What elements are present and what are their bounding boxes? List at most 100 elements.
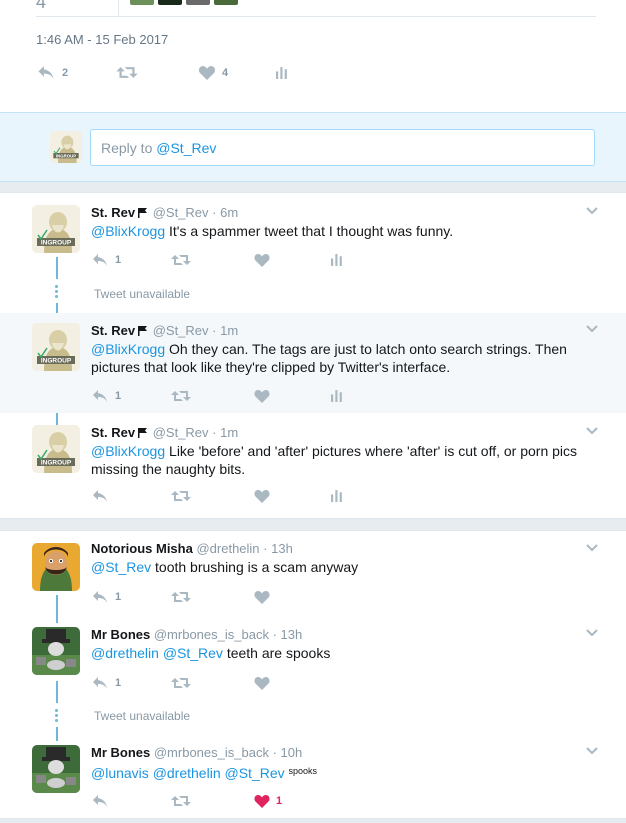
user-handle[interactable]: @St_Rev (153, 425, 209, 440)
tweet-body: spooks (288, 766, 318, 776)
display-name[interactable]: Mr Bones (91, 745, 150, 760)
analytics-button[interactable] (276, 66, 289, 79)
analytics-button[interactable] (331, 489, 344, 502)
tweet-age[interactable]: 1m (220, 323, 238, 338)
avatar[interactable] (50, 131, 82, 163)
mention-link[interactable]: @St_Rev (225, 765, 285, 781)
chevron-down-icon[interactable] (586, 747, 598, 755)
liker-avatar[interactable] (186, 0, 210, 5)
mention-link[interactable]: @lunavis (91, 765, 149, 781)
tweet-age[interactable]: 13h (271, 541, 293, 556)
tweet-header: Notorious Misha @drethelin · 13h (91, 541, 293, 556)
mention-link[interactable]: @drethelin (91, 645, 159, 661)
reply-button[interactable]: 1 (91, 590, 121, 604)
retweet-button[interactable] (171, 794, 191, 808)
tweet-timestamp[interactable]: 1:46 AM - 15 Feb 2017 (36, 32, 168, 47)
avatar[interactable] (32, 627, 80, 675)
chevron-down-icon[interactable] (586, 629, 598, 637)
reply-button[interactable]: 1 (91, 389, 121, 403)
tweet-unavailable: Tweet unavailable (94, 287, 191, 301)
separator: · (272, 745, 277, 760)
thread-ellipsis (55, 709, 59, 724)
user-handle[interactable]: @mrbones_is_back (154, 745, 269, 760)
liker-avatar[interactable] (214, 0, 238, 5)
avatar[interactable] (32, 205, 80, 253)
user-handle[interactable]: @St_Rev (153, 323, 209, 338)
like-button[interactable]: 4 (198, 65, 228, 80)
retweet-button[interactable] (171, 676, 191, 690)
reply-icon (91, 590, 109, 604)
liker-avatar[interactable] (158, 0, 182, 5)
like-button[interactable] (254, 253, 270, 267)
like-button[interactable]: 1 (254, 794, 282, 808)
tweet[interactable]: Notorious Misha @drethelin · 13h @St_Rev… (0, 531, 626, 617)
reply-composer: Reply to @St_Rev (0, 112, 626, 182)
tweet-body: teeth are spooks (222, 645, 331, 661)
analytics-button[interactable] (331, 389, 344, 402)
analytics-icon (276, 66, 289, 79)
avatar[interactable] (32, 323, 80, 371)
like-button[interactable] (254, 590, 270, 604)
tweet[interactable]: St. Rev @St_Rev · 6m @BlixKrogg It's a s… (0, 193, 626, 289)
tweet-header: St. Rev @St_Rev · 1m (91, 323, 238, 338)
tweet[interactable]: Mr Bones @mrbones_is_back · 10h @lunavis… (0, 735, 626, 819)
partial-count: 4 (36, 0, 47, 12)
mention-link[interactable]: @St_Rev (163, 645, 223, 661)
tweet-age[interactable]: 6m (220, 205, 238, 220)
tweet[interactable]: St. Rev @St_Rev · 1m @BlixKrogg Oh they … (0, 313, 626, 413)
liker-avatar[interactable] (130, 0, 154, 5)
analytics-icon (331, 489, 344, 502)
mention-link[interactable]: @BlixKrogg (91, 443, 165, 459)
retweet-button[interactable] (171, 389, 191, 403)
tweet-age[interactable]: 13h (281, 627, 303, 642)
like-button[interactable] (254, 389, 270, 403)
analytics-button[interactable] (331, 253, 344, 266)
tweet[interactable]: St. Rev @St_Rev · 1m @BlixKrogg Like 'be… (0, 415, 626, 519)
reply-button[interactable]: 1 (91, 676, 121, 690)
tweet-age[interactable]: 1m (220, 425, 238, 440)
flag-icon (138, 208, 147, 218)
tweet-age[interactable]: 10h (281, 745, 303, 760)
reply-button[interactable] (91, 489, 109, 503)
mention-link[interactable]: @drethelin (153, 765, 221, 781)
like-count: 1 (276, 795, 283, 807)
display-name[interactable]: Notorious Misha (91, 541, 193, 556)
reply-button[interactable]: 1 (91, 253, 121, 267)
retweet-icon (171, 389, 191, 403)
user-handle[interactable]: @drethelin (196, 541, 259, 556)
mention-link[interactable]: @BlixKrogg (91, 341, 165, 357)
avatar[interactable] (32, 543, 80, 591)
tweet[interactable]: Mr Bones @mrbones_is_back · 13h @drethel… (0, 617, 626, 707)
reply-icon (91, 253, 109, 267)
user-handle[interactable]: @mrbones_is_back (154, 627, 269, 642)
retweet-icon (116, 65, 138, 80)
display-name[interactable]: St. Rev (91, 323, 135, 338)
heart-icon (254, 590, 270, 604)
analytics-icon (331, 389, 344, 402)
reply-icon (91, 489, 109, 503)
retweet-icon (171, 794, 191, 808)
chevron-down-icon[interactable] (586, 544, 598, 552)
reply-button[interactable] (91, 794, 109, 808)
tweet-text: @lunavis @drethelin @St_Rev spooks (91, 762, 596, 782)
avatar[interactable] (32, 425, 80, 473)
mention-link[interactable]: @St_Rev (91, 559, 151, 575)
avatar[interactable] (32, 745, 80, 793)
like-button[interactable] (254, 676, 270, 690)
like-button[interactable] (254, 489, 270, 503)
chevron-down-icon[interactable] (586, 427, 598, 435)
display-name[interactable]: St. Rev (91, 425, 135, 440)
divider (118, 0, 119, 16)
reply-button[interactable]: 2 (36, 65, 68, 80)
retweet-button[interactable] (116, 65, 138, 80)
display-name[interactable]: Mr Bones (91, 627, 150, 642)
display-name[interactable]: St. Rev (91, 205, 135, 220)
mention-link[interactable]: @BlixKrogg (91, 223, 165, 239)
retweet-button[interactable] (171, 590, 191, 604)
user-handle[interactable]: @St_Rev (153, 205, 209, 220)
chevron-down-icon[interactable] (586, 325, 598, 333)
chevron-down-icon[interactable] (586, 207, 598, 215)
retweet-button[interactable] (171, 253, 191, 267)
reply-input[interactable]: Reply to @St_Rev (90, 129, 595, 166)
retweet-button[interactable] (171, 489, 191, 503)
